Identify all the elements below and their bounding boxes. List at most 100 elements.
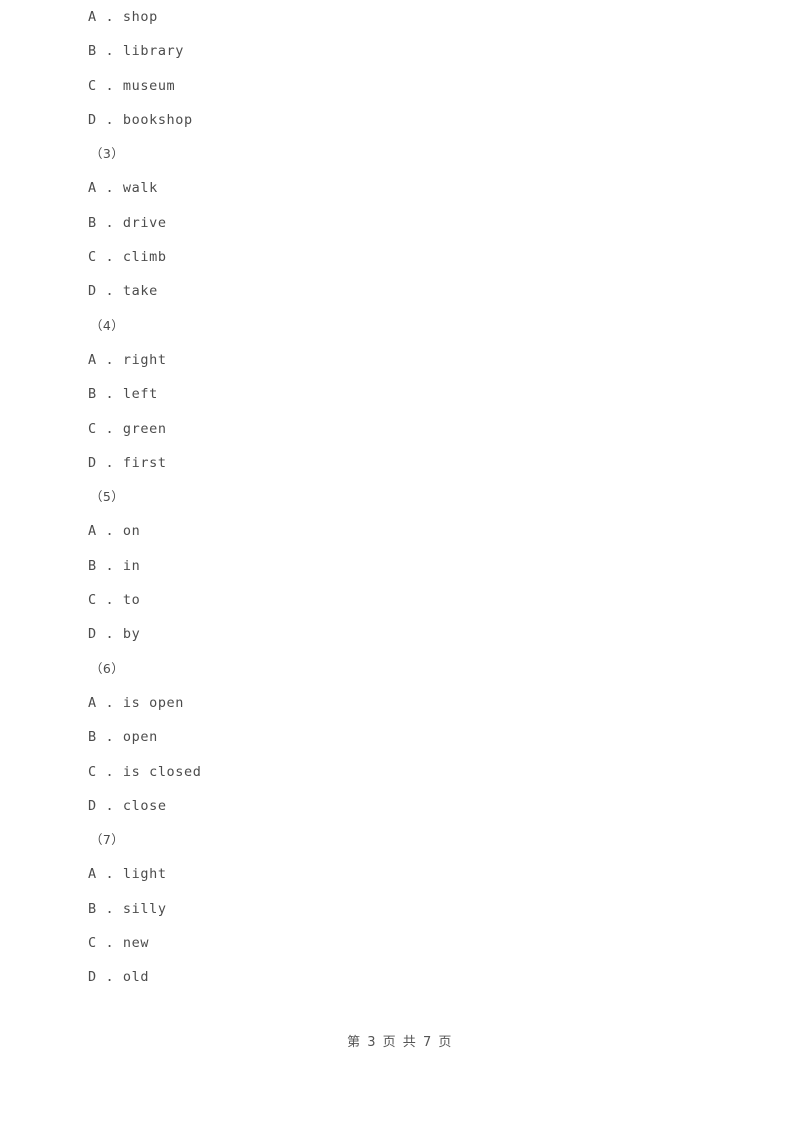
option-letter: A <box>88 180 97 197</box>
option-separator: . <box>96 180 123 197</box>
option-separator: . <box>96 866 123 883</box>
option-text: climb <box>122 249 167 266</box>
option-row[interactable]: D . take <box>0 274 800 308</box>
option-row[interactable]: A . is open <box>0 686 800 720</box>
option-letter: A <box>88 9 97 25</box>
option-letter: C <box>88 77 97 94</box>
option-text: in <box>122 557 141 574</box>
option-row[interactable]: B . open <box>0 720 800 754</box>
option-separator: . <box>96 386 123 403</box>
option-separator: . <box>96 592 123 609</box>
option-row[interactable]: B . silly <box>0 892 800 926</box>
option-separator: . <box>96 283 123 300</box>
option-text: right <box>122 351 167 368</box>
option-separator: . <box>96 454 123 471</box>
option-text: old <box>122 969 150 986</box>
option-letter: D <box>88 283 97 300</box>
option-separator: . <box>96 523 123 540</box>
option-letter: B <box>88 214 97 231</box>
question-number-text: （6） <box>90 660 125 676</box>
option-row[interactable]: C . is closed <box>0 755 800 789</box>
option-letter: D <box>88 797 97 814</box>
option-row[interactable]: C . new <box>0 926 800 960</box>
option-text: light <box>122 866 167 883</box>
option-text: shop <box>122 9 158 25</box>
option-letter: D <box>88 454 97 471</box>
option-text: silly <box>122 900 167 917</box>
option-separator: . <box>96 729 123 746</box>
option-text: drive <box>122 214 167 231</box>
option-row[interactable]: D . by <box>0 617 800 651</box>
option-text: new <box>122 935 150 952</box>
option-letter: B <box>88 729 97 746</box>
option-text: first <box>122 454 167 471</box>
option-text: green <box>122 420 167 437</box>
question-number-marker: （7） <box>0 823 800 857</box>
option-row[interactable]: D . first <box>0 446 800 480</box>
option-text: bookshop <box>122 111 193 128</box>
option-letter: A <box>88 866 97 883</box>
option-letter: A <box>88 351 97 368</box>
option-separator: . <box>96 557 123 574</box>
option-separator: . <box>96 420 123 437</box>
option-separator: . <box>96 43 123 60</box>
option-text: by <box>122 626 141 643</box>
option-separator: . <box>96 763 123 780</box>
option-row[interactable]: C . green <box>0 412 800 446</box>
option-letter: C <box>88 763 97 780</box>
question-number-text: （7） <box>90 832 125 848</box>
option-row[interactable]: A . right <box>0 343 800 377</box>
option-text: to <box>122 592 141 609</box>
option-separator: . <box>96 969 123 986</box>
option-row[interactable]: B . left <box>0 377 800 411</box>
option-separator: . <box>96 626 123 643</box>
option-separator: . <box>96 351 123 368</box>
option-row[interactable]: A . walk <box>0 171 800 205</box>
option-row[interactable]: A . light <box>0 857 800 891</box>
option-separator: . <box>96 694 123 711</box>
option-letter: C <box>88 249 97 266</box>
option-row[interactable]: D . old <box>0 960 800 994</box>
option-text: museum <box>122 77 176 94</box>
option-row[interactable]: C . climb <box>0 240 800 274</box>
option-row[interactable]: B . library <box>0 34 800 68</box>
option-letter: D <box>88 626 97 643</box>
option-row[interactable]: D . close <box>0 789 800 823</box>
option-text: left <box>122 386 158 403</box>
document-body: A . shop B . library C . museum D . booksho… <box>0 0 800 995</box>
option-letter: D <box>88 111 97 128</box>
option-letter: B <box>88 900 97 917</box>
question-number-text: （5） <box>90 489 125 505</box>
option-letter: C <box>88 935 97 952</box>
option-separator: . <box>96 111 123 128</box>
option-text: open <box>122 729 158 746</box>
option-text: close <box>122 797 167 814</box>
option-text: is open <box>122 694 185 711</box>
question-number-marker: （5） <box>0 480 800 514</box>
question-number-marker: （6） <box>0 652 800 686</box>
question-number-marker: （4） <box>0 309 800 343</box>
option-separator: . <box>96 214 123 231</box>
option-separator: . <box>96 77 123 94</box>
option-row[interactable]: B . in <box>0 549 800 583</box>
page-footer: 第 3 页 共 7 页 <box>347 1035 453 1050</box>
option-text: walk <box>122 180 158 197</box>
question-number-marker: （3） <box>0 137 800 171</box>
question-number-text: （3） <box>90 146 125 162</box>
option-row[interactable]: C . to <box>0 583 800 617</box>
option-text: on <box>122 523 141 540</box>
option-letter: B <box>88 386 97 403</box>
option-text: library <box>122 43 185 60</box>
option-row[interactable]: D . bookshop <box>0 103 800 137</box>
option-row[interactable]: A . shop <box>0 0 800 34</box>
option-text: is closed <box>122 763 202 780</box>
option-separator: . <box>96 900 123 917</box>
option-row[interactable]: C . museum <box>0 69 800 103</box>
option-separator: . <box>96 935 123 952</box>
option-letter: A <box>88 694 97 711</box>
option-text: take <box>122 283 158 300</box>
question-number-text: （4） <box>90 317 125 333</box>
option-row[interactable]: A . on <box>0 514 800 548</box>
option-letter: A <box>88 523 97 540</box>
option-row[interactable]: B . drive <box>0 206 800 240</box>
